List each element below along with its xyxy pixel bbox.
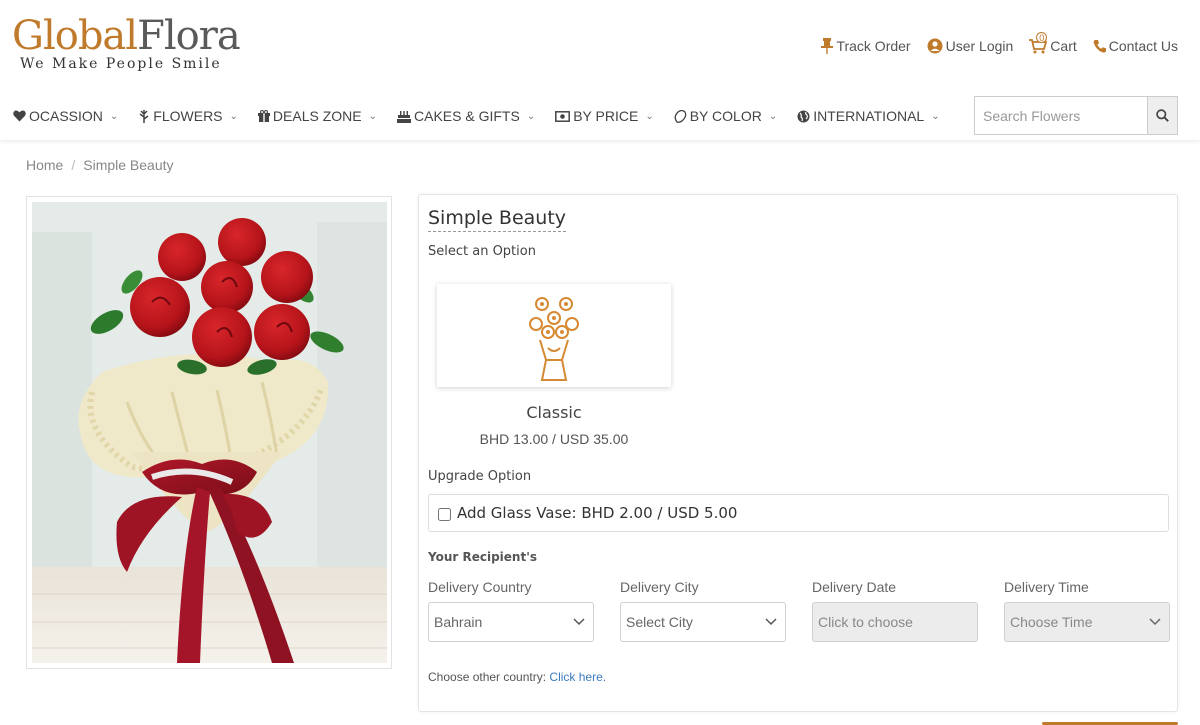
breadcrumb-separator: / [71,157,76,173]
delivery-time-value: Choose Time [1010,614,1093,630]
product-image-frame [26,196,392,669]
upgrade-option-box: Add Glass Vase: BHD 2.00 / USD 5.00 [428,494,1169,532]
money-icon [555,110,571,122]
chevron-down-icon: ⌄ [109,110,119,122]
user-login-label: User Login [945,38,1014,54]
nav-label: BY PRICE [573,108,639,124]
search-input[interactable] [975,97,1147,134]
top-links: Track Order User Login 0 Cart Contact Us [821,32,1178,54]
nav-label: FLOWERS [153,108,223,124]
delivery-country-value: Bahrain [434,614,483,630]
delivery-date-input[interactable]: Click to choose [812,602,978,642]
nav-item-international[interactable]: INTERNATIONAL ⌄ [797,108,940,124]
nav-label: DEALS ZONE [272,108,362,124]
breadcrumb-home[interactable]: Home [26,157,63,173]
color-icon [674,109,687,123]
delivery-time-select[interactable]: Choose Time [1004,602,1170,642]
track-order-label: Track Order [836,38,911,54]
nav-menu: OCASSION ⌄ FLOWERS ⌄ DEALS ZONE ⌄ CAKES … [13,108,960,124]
contact-us-label: Contact Us [1108,38,1178,54]
logo-name-part1: Global [12,13,138,59]
chevron-down-icon [573,618,585,626]
product-image[interactable] [32,202,387,663]
delivery-date-label: Delivery Date [812,579,897,595]
chevron-down-icon [765,618,777,626]
gift-icon [257,110,270,122]
nav-label: CAKES & GIFTS [414,108,520,124]
logo-name-part2: Flora [137,13,241,59]
nav-label: BY COLOR [689,108,762,124]
chevron-down-icon: ⌄ [645,110,654,122]
contact-us-link[interactable]: Contact Us [1093,38,1178,54]
other-country-link[interactable]: Click here. [549,670,606,684]
delivery-country-field: Delivery Country Bahrain [428,579,594,642]
delivery-city-value: Select City [626,614,693,630]
delivery-city-field: Delivery City Select City [620,579,786,642]
nav-item-by-color[interactable]: BY COLOR ⌄ [674,108,778,124]
track-order-link[interactable]: Track Order [821,38,911,54]
globe-icon [797,110,810,122]
product-title: Simple Beauty [428,207,567,232]
chevron-down-icon: ⌄ [229,110,238,122]
user-icon [927,38,943,54]
option-card-classic[interactable] [437,284,671,387]
user-login-link[interactable]: User Login [927,38,1014,54]
option-name: Classic [526,403,582,422]
nav-label: OCASSION [29,108,103,124]
delivery-date-value: Click to choose [818,614,913,630]
search-box [974,96,1178,135]
logo-title: GlobalFlora [12,13,241,59]
cart-label: Cart [1050,38,1077,54]
cake-icon [397,111,412,123]
delivery-country-label: Delivery Country [428,579,532,595]
breadcrumb-current: Simple Beauty [83,157,174,173]
rose-bouquet-image [32,202,387,663]
glass-vase-checkbox[interactable] [438,508,451,521]
other-country-note: Choose other country: Click here. [428,670,606,684]
recipient-label: Your Recipient's [428,550,538,564]
delivery-country-select[interactable]: Bahrain [428,602,594,642]
other-country-text: Choose other country: [428,670,550,684]
logo-tagline: We Make People Smile [20,56,222,72]
chevron-down-icon: ⌄ [526,110,536,122]
delivery-city-label: Delivery City [620,579,699,595]
nav-item-flowers[interactable]: FLOWERS ⌄ [138,108,238,124]
delivery-time-field: Delivery Time Choose Time [1004,579,1170,642]
upgrade-option-label: Upgrade Option [428,469,532,484]
product-details-panel: Simple Beauty Select an Option Classic B… [418,194,1178,712]
chevron-down-icon: ⌄ [368,110,378,122]
select-option-label: Select an Option [428,244,536,259]
bouquet-icon [529,296,579,381]
search-icon [1156,109,1169,122]
delivery-date-field: Delivery Date Click to choose [812,579,978,642]
logo[interactable]: GlobalFlora We Make People Smile [12,13,241,72]
breadcrumb: Home / Simple Beauty [26,157,174,173]
site-header: GlobalFlora We Make People Smile Track O… [0,0,1200,92]
flower-icon [139,110,149,123]
search-button[interactable] [1147,97,1177,134]
chevron-down-icon: ⌄ [931,110,940,122]
cart-icon-wrap: 0 [1029,32,1048,54]
nav-item-cakes-gifts[interactable]: CAKES & GIFTS ⌄ [397,108,535,124]
pin-icon [821,38,834,54]
chevron-down-icon: ⌄ [768,110,778,122]
main-nav: OCASSION ⌄ FLOWERS ⌄ DEALS ZONE ⌄ CAKES … [0,92,1200,140]
glass-vase-label[interactable]: Add Glass Vase: BHD 2.00 / USD 5.00 [457,504,737,522]
cart-link[interactable]: 0 Cart [1029,32,1077,54]
nav-item-ocassion[interactable]: OCASSION ⌄ [13,108,118,124]
delivery-city-select[interactable]: Select City [620,602,786,642]
chevron-down-icon [1149,618,1161,626]
heart-icon [13,110,26,122]
option-price: BHD 13.00 / USD 35.00 [479,431,629,447]
phone-icon [1093,40,1106,53]
nav-item-by-price[interactable]: BY PRICE ⌄ [555,108,654,124]
nav-item-deals-zone[interactable]: DEALS ZONE ⌄ [257,108,378,124]
nav-label: INTERNATIONAL [813,108,925,124]
delivery-time-label: Delivery Time [1004,579,1089,595]
